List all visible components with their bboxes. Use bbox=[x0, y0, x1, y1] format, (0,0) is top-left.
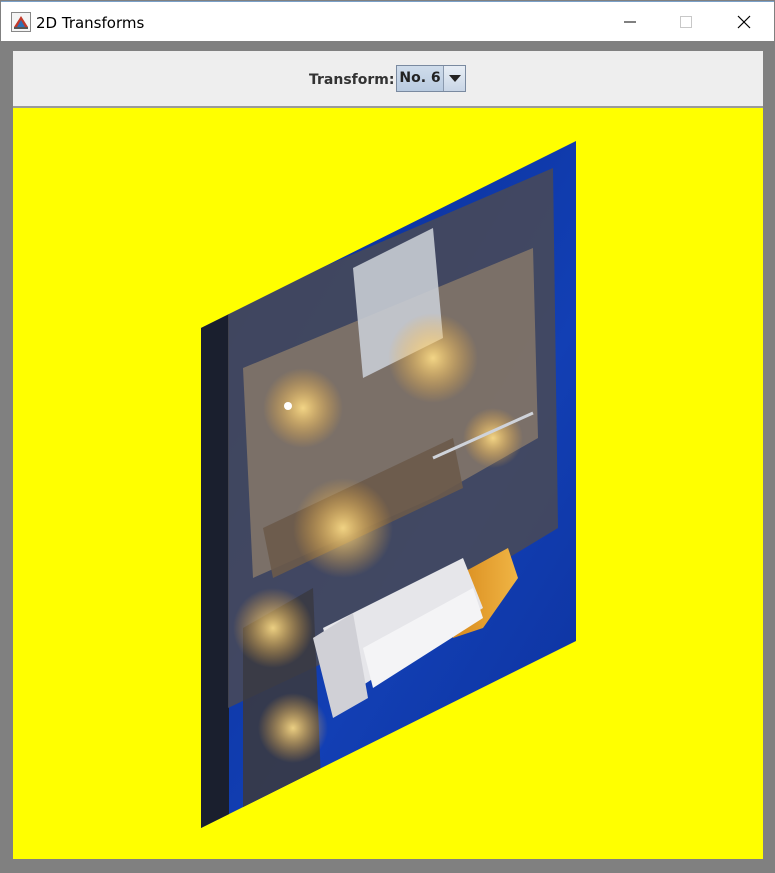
close-icon bbox=[737, 15, 751, 29]
app-window: 2D Transforms Transform: No. 6 bbox=[0, 0, 775, 873]
maximize-icon bbox=[680, 16, 692, 28]
transform-selected-value: No. 6 bbox=[397, 66, 444, 91]
transformed-image bbox=[201, 141, 576, 828]
chevron-down-icon bbox=[448, 74, 461, 82]
maximize-button[interactable] bbox=[663, 3, 709, 41]
close-button[interactable] bbox=[721, 3, 767, 41]
minimize-icon bbox=[624, 21, 636, 23]
drawing-canvas bbox=[13, 108, 763, 859]
dropdown-arrow-button[interactable] bbox=[444, 66, 465, 91]
transform-combobox[interactable]: No. 6 bbox=[396, 65, 466, 92]
transform-toolbar: Transform: No. 6 bbox=[13, 51, 763, 108]
title-bar[interactable]: 2D Transforms bbox=[1, 1, 774, 41]
java-app-icon bbox=[11, 12, 31, 32]
window-title: 2D Transforms bbox=[36, 14, 145, 32]
transform-label: Transform: bbox=[309, 72, 395, 88]
minimize-button[interactable] bbox=[607, 3, 653, 41]
